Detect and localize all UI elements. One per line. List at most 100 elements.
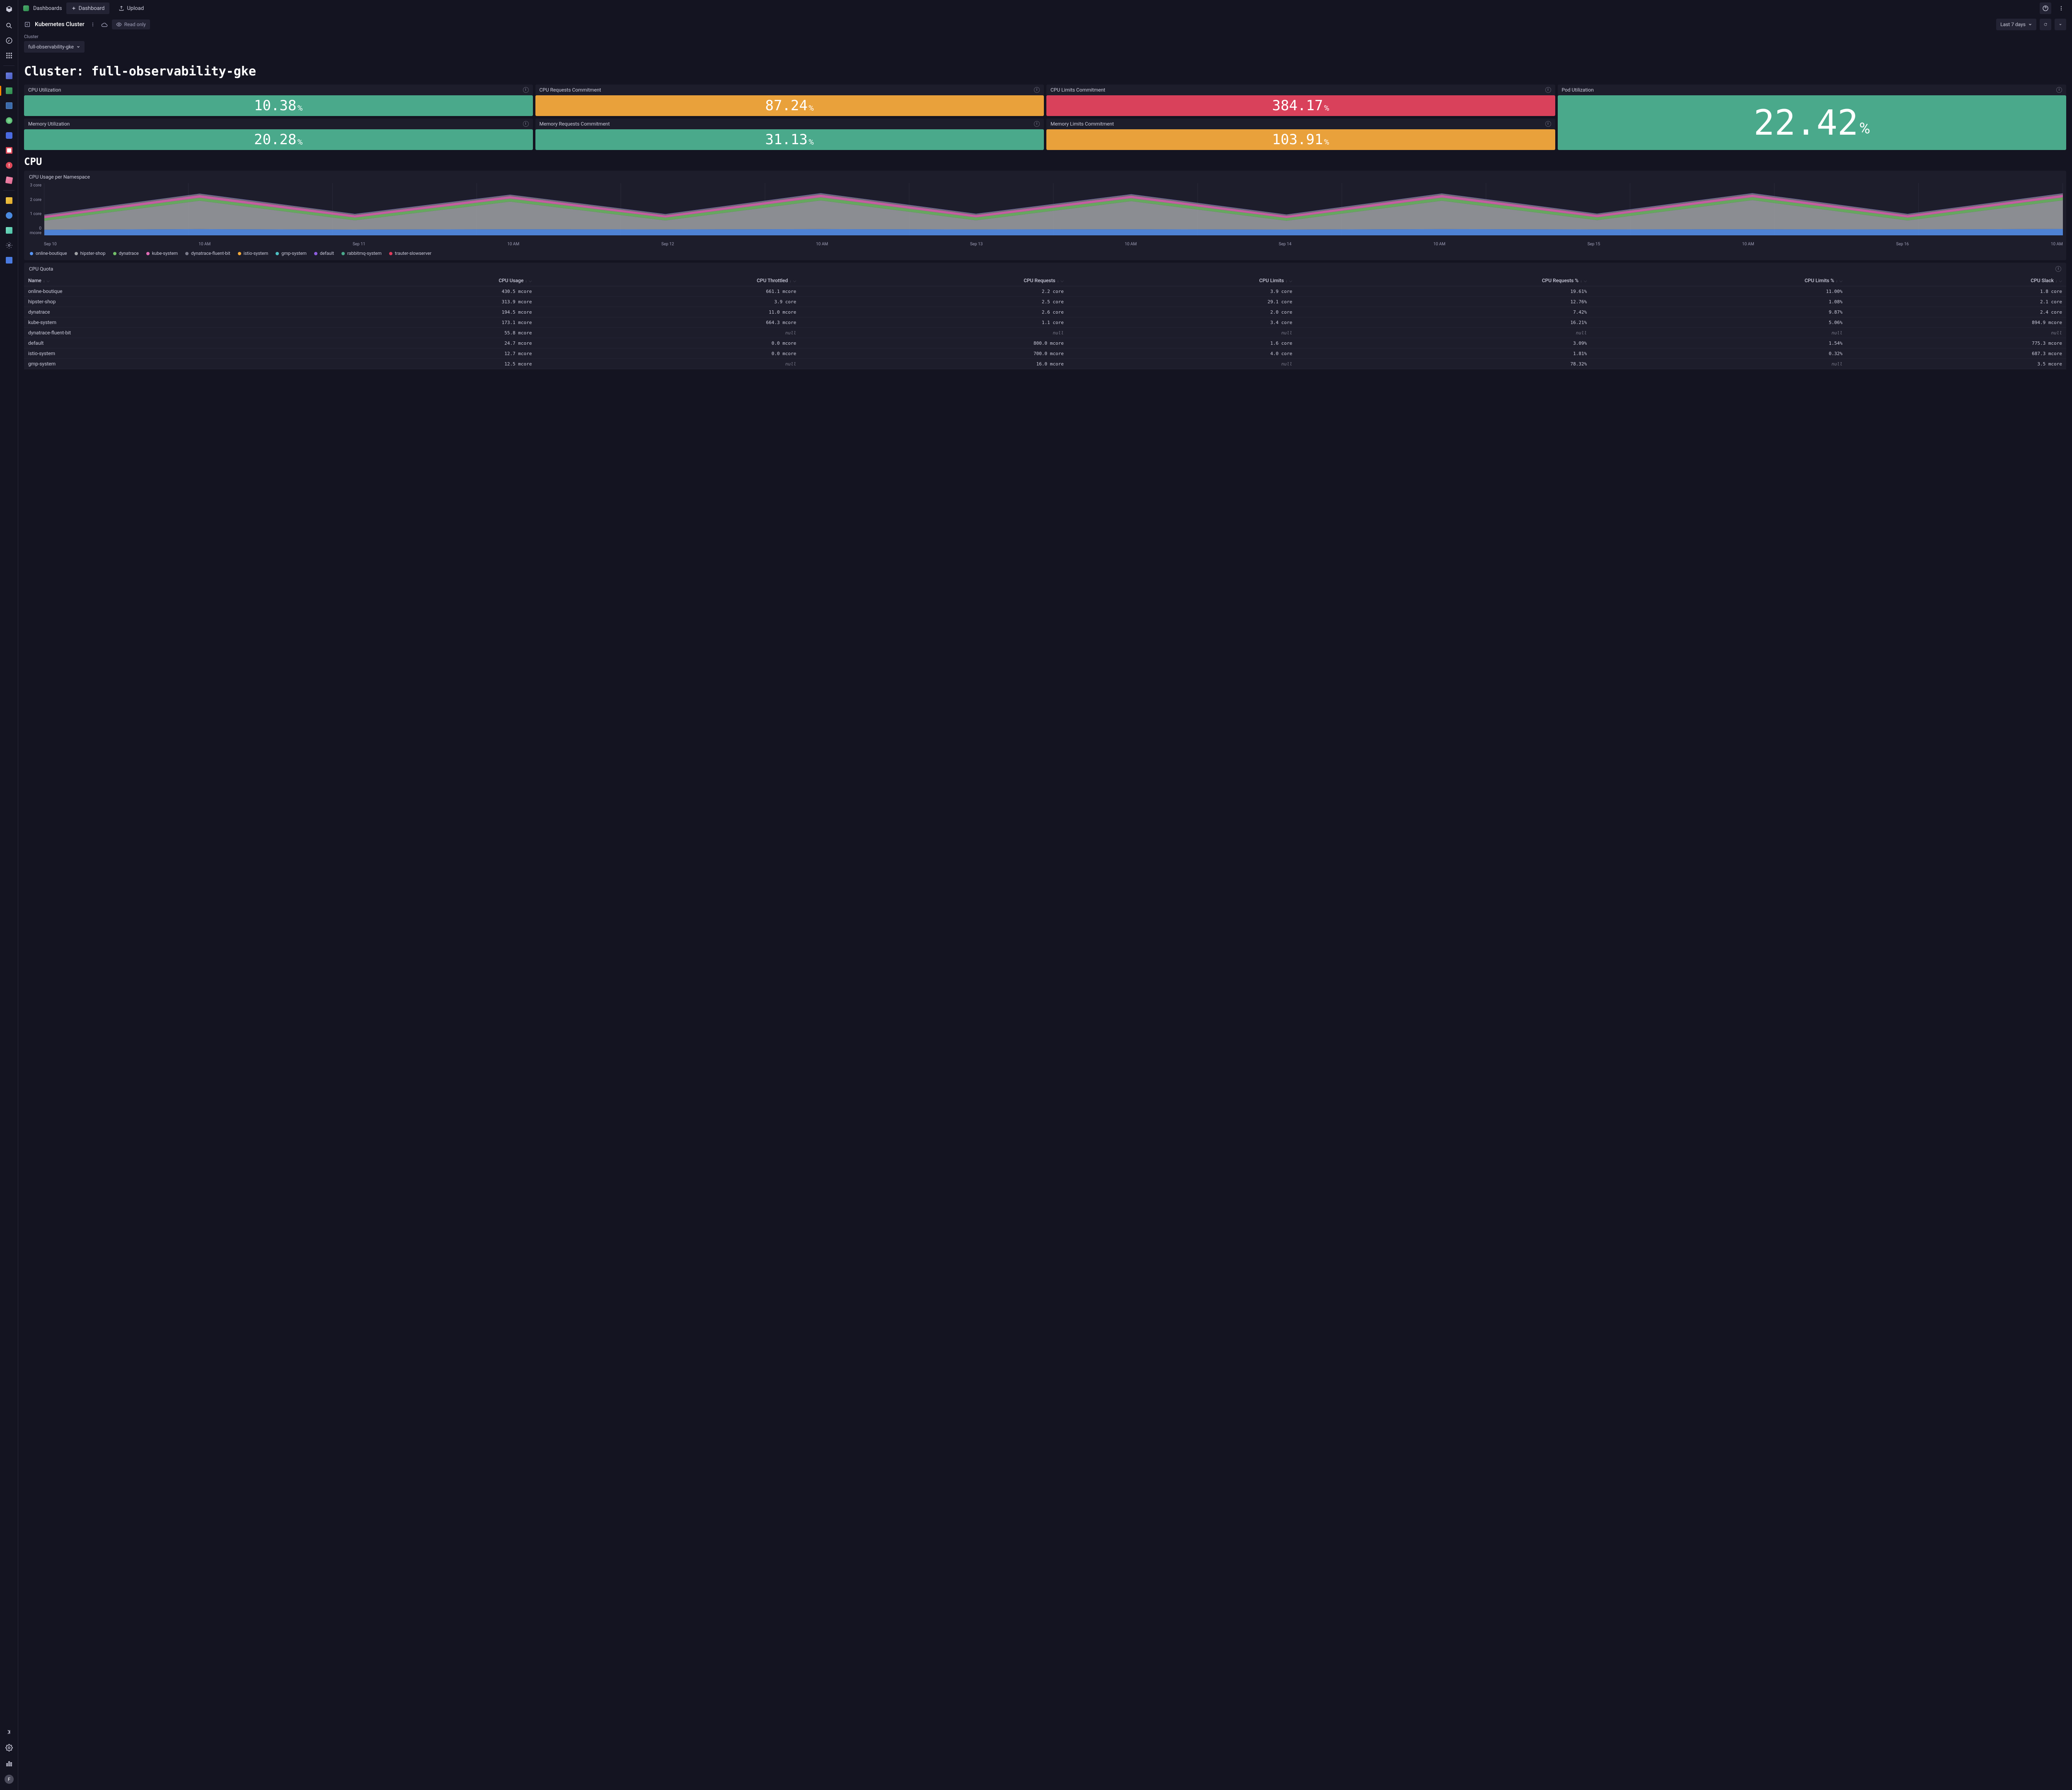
table-row[interactable]: hipster-shop313.9 mcore3.9 core2.5 core2… [24,297,2066,307]
table-row[interactable]: gmp-system12.5 mcorenull16.0 mcorenull78… [24,359,2066,369]
more-button[interactable] [2055,2,2067,14]
nav-item-3[interactable] [0,98,18,113]
nav-expand[interactable] [0,1725,18,1739]
sort-icon[interactable]: ↓ [1836,279,1838,283]
legend-item[interactable]: trauter-slowserver [389,251,431,256]
eye-icon [116,22,122,27]
nav-stats[interactable] [0,1756,18,1771]
help-button[interactable] [2040,2,2051,14]
table-cell: 800.0 mcore [800,338,1067,348]
sort-icon[interactable]: ↓ [2055,279,2057,283]
info-icon[interactable]: i [1545,87,1551,93]
column-filter-icon[interactable]: ⌵ [1840,279,1843,283]
nav-item-11[interactable] [0,223,18,238]
legend-item[interactable]: gmp-system [276,251,307,256]
info-icon[interactable]: i [1545,121,1551,127]
table-header[interactable]: CPU Slack↓⌵ [1847,275,2066,286]
column-filter-icon[interactable]: ⌵ [1060,279,1064,283]
column-filter-icon[interactable]: ⌵ [793,279,796,283]
table-row[interactable]: dynatrace194.5 mcore11.0 mcore2.6 core2.… [24,307,2066,317]
legend-item[interactable]: kube-system [146,251,178,256]
stat-panel[interactable]: CPU Limits Commitment i 384.17% [1046,85,1555,116]
info-icon[interactable]: i [2055,266,2061,272]
table-cell: 55.8 mcore [306,328,536,338]
nav-item-6[interactable] [0,143,18,158]
table-cell: 0.0 mcore [536,348,800,359]
table-row[interactable]: istio-system12.7 mcore0.0 mcore700.0 mco… [24,348,2066,359]
table-row[interactable]: default24.7 mcore0.0 mcore800.0 mcore1.6… [24,338,2066,348]
nav-item-1[interactable] [0,68,18,83]
legend-item[interactable]: dynatrace-fluent-bit [185,251,230,256]
table-cell: 3.9 core [536,297,800,307]
info-icon[interactable]: i [523,87,529,93]
cluster-filter[interactable]: full-observability-gke [24,41,85,53]
stat-panel[interactable]: CPU Requests Commitment i 87.24% [535,85,1044,116]
legend-item[interactable]: istio-system [238,251,269,256]
app-logo[interactable] [0,0,18,18]
stat-panel-pod[interactable]: Pod Utilization i 22.42% [1558,85,2067,150]
sort-icon[interactable]: ↓ [1580,279,1582,283]
legend-item[interactable]: rabbitmq-system [341,251,382,256]
table-header[interactable]: CPU Throttled↓⌵ [536,275,800,286]
nav-item-7[interactable]: ! [0,158,18,173]
nav-item-12[interactable] [0,238,18,253]
sort-icon[interactable]: ↓ [1057,279,1059,283]
nav-item-4[interactable] [0,113,18,128]
column-filter-icon[interactable]: ⌵ [2059,279,2062,283]
page-menu[interactable] [89,19,97,30]
nav-item-kubernetes[interactable] [0,83,18,98]
legend-item[interactable]: online-boutique [30,251,67,256]
column-filter-icon[interactable]: ⌵ [529,279,532,283]
refresh-button[interactable] [2040,19,2051,30]
table-header[interactable]: CPU Limits↓⌵ [1068,275,1297,286]
table-cell: 1.54% [1591,338,1847,348]
table-row[interactable]: dynatrace-fluent-bit55.8 mcorenullnullnu… [24,328,2066,338]
refresh-interval-button[interactable] [2055,19,2066,30]
legend-item[interactable]: dynatrace [113,251,139,256]
sort-icon[interactable]: ↓ [43,279,45,283]
nav-user[interactable]: F [0,1772,18,1787]
info-icon[interactable]: i [2056,87,2062,93]
stat-panel[interactable]: Memory Limits Commitment i 103.91% [1046,119,1555,150]
column-filter-icon[interactable]: ⌵ [46,279,50,283]
table-row[interactable]: online-boutique430.5 mcore661.1 mcore2.2… [24,286,2066,297]
table-header[interactable]: CPU Usage↓⌵ [306,275,536,286]
nav-item-13[interactable] [0,253,18,268]
nav-item-10[interactable] [0,208,18,223]
stat-panel[interactable]: Memory Utilization i 20.28% [24,119,533,150]
nav-apps[interactable] [0,48,18,63]
sort-icon[interactable]: ↓ [525,279,527,283]
nav-item-9[interactable] [0,193,18,208]
nav-search[interactable] [0,18,18,33]
stat-panel[interactable]: CPU Utilization i 10.38% [24,85,533,116]
user-avatar[interactable]: F [5,1775,14,1784]
info-icon[interactable]: i [1034,121,1040,127]
nav-compass[interactable] [0,33,18,48]
column-filter-icon[interactable]: ⌵ [1289,279,1293,283]
nav-settings[interactable] [0,1740,18,1755]
new-dashboard-button[interactable]: Dashboard [66,2,110,14]
timerange-picker[interactable]: Last 7 days [1996,19,2036,30]
table-cell: 1.81% [1296,348,1591,359]
cloud-icon[interactable] [101,21,108,28]
sort-icon[interactable]: ↓ [1285,279,1288,283]
stat-panel[interactable]: Memory Requests Commitment i 31.13% [535,119,1044,150]
back-icon[interactable] [24,21,31,28]
nav-item-8[interactable] [0,173,18,188]
table-header[interactable]: CPU Limits %↓⌵ [1591,275,1847,286]
table-cell: 430.5 mcore [306,286,536,297]
table-header[interactable]: CPU Requests %↓⌵ [1296,275,1591,286]
breadcrumb-dashboards[interactable]: Dashboards [33,5,62,12]
table-row[interactable]: kube-system173.1 mcore664.3 mcore1.1 cor… [24,317,2066,328]
upload-button[interactable]: Upload [114,2,149,14]
nav-item-5[interactable] [0,128,18,143]
sort-icon[interactable]: ↓ [789,279,792,283]
table-header[interactable]: CPU Requests↓⌵ [800,275,1067,286]
info-icon[interactable]: i [1034,87,1040,93]
info-icon[interactable]: i [523,121,529,127]
table-cell: 16.21% [1296,317,1591,328]
column-filter-icon[interactable]: ⌵ [1584,279,1587,283]
legend-item[interactable]: hipster-shop [75,251,106,256]
legend-item[interactable]: default [314,251,334,256]
table-header[interactable]: Name↓⌵ [24,275,306,286]
